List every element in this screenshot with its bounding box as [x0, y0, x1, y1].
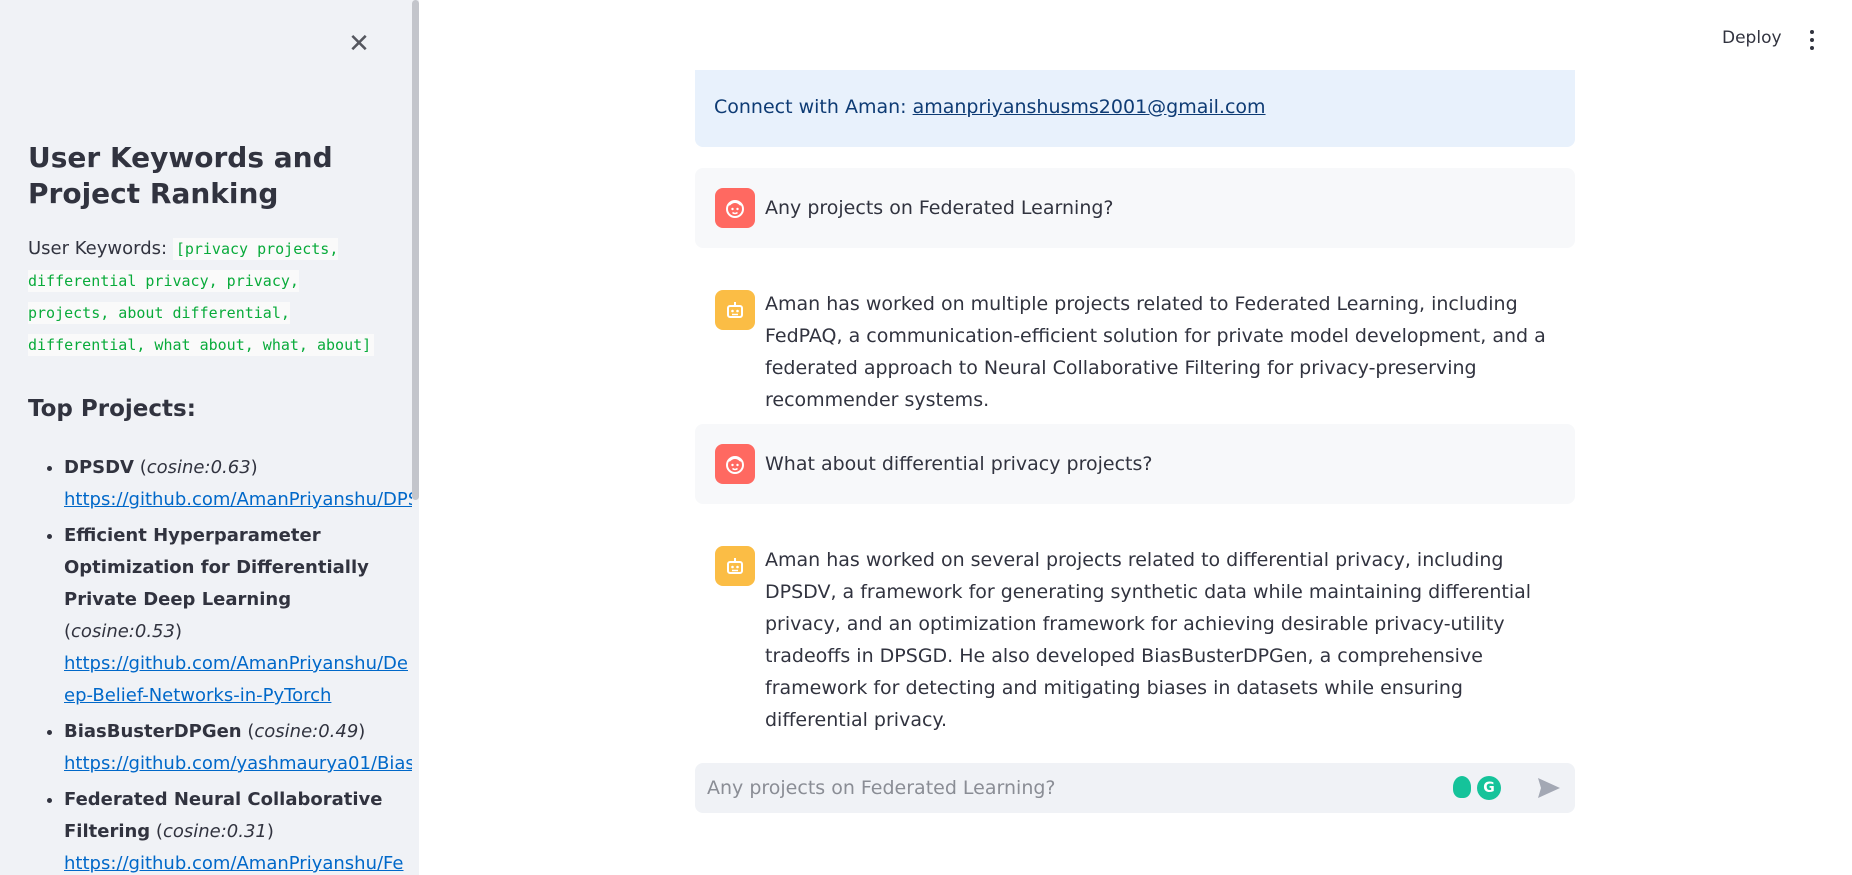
contact-info-box: Connect with Aman: amanpriyanshusms2001@…	[695, 70, 1575, 147]
user-avatar-icon	[715, 444, 755, 484]
project-score: cosine:0.49	[254, 721, 359, 742]
grammarly-widget[interactable]: G	[1453, 776, 1501, 800]
kebab-menu-icon[interactable]	[1800, 26, 1824, 54]
project-link[interactable]: https://github.com/AmanPriyanshu/Deep-Be…	[64, 648, 412, 712]
message-text: Aman has worked on several projects rela…	[765, 549, 1532, 731]
sidebar: ✕ User Keywords and Project Ranking User…	[0, 0, 419, 875]
project-list: DPSDV (cosine:0.63) https://github.com/A…	[28, 452, 412, 875]
list-item: Efficient Hyperparameter Optimization fo…	[64, 520, 412, 712]
chat-message-user: What about differential privacy projects…	[695, 424, 1575, 504]
bot-avatar-icon	[715, 546, 755, 586]
deploy-button[interactable]: Deploy	[1722, 28, 1782, 48]
top-projects-heading: Top Projects:	[28, 396, 196, 422]
chat-input[interactable]	[705, 763, 1465, 813]
project-link[interactable]: https://github.com/AmanPriyanshu/DPSDV	[64, 484, 412, 516]
send-icon[interactable]	[1535, 775, 1563, 801]
project-score: cosine:0.63	[146, 457, 251, 478]
project-link[interactable]: https://github.com/AmanPriyanshu/Federat…	[64, 848, 412, 875]
chat-input-container: G	[695, 763, 1575, 813]
keywords-label: User Keywords:	[28, 238, 168, 259]
sidebar-title: User Keywords and Project Ranking	[28, 141, 333, 210]
user-avatar-icon	[715, 188, 755, 228]
email-link[interactable]: amanpriyanshusms2001@gmail.com	[913, 96, 1266, 118]
message-text: What about differential privacy projects…	[765, 453, 1153, 475]
bot-avatar-icon	[715, 290, 755, 330]
chat-message-assistant: Aman has worked on several projects rela…	[695, 526, 1575, 731]
chat-message-user: Any projects on Federated Learning?	[695, 168, 1575, 248]
user-keywords: User Keywords: [privacy projects, differ…	[28, 233, 388, 361]
chat-message-assistant: Aman has worked on multiple projects rel…	[695, 270, 1575, 411]
project-name: DPSDV	[64, 457, 134, 478]
message-text: Aman has worked on multiple projects rel…	[765, 293, 1546, 411]
project-score: cosine:0.53	[71, 621, 175, 642]
project-name: Efficient Hyperparameter Optimization fo…	[64, 525, 369, 610]
project-link[interactable]: https://github.com/yashmaurya01/BiasBust…	[64, 748, 412, 780]
project-score: cosine:0.31	[162, 821, 267, 842]
contact-info: Connect with Aman: amanpriyanshusms2001@…	[714, 96, 1266, 118]
list-item: DPSDV (cosine:0.63) https://github.com/A…	[64, 452, 412, 516]
bulb-icon[interactable]	[1453, 776, 1471, 798]
message-text: Any projects on Federated Learning?	[765, 197, 1114, 219]
contact-label: Connect with Aman:	[714, 96, 907, 118]
list-item: BiasBusterDPGen (cosine:0.49) https://gi…	[64, 716, 412, 780]
project-name: BiasBusterDPGen	[64, 721, 242, 742]
sidebar-scrollbar[interactable]	[412, 0, 419, 500]
list-item: Federated Neural Collaborative Filtering…	[64, 784, 412, 875]
grammarly-icon[interactable]: G	[1477, 776, 1501, 800]
close-icon[interactable]: ✕	[345, 30, 373, 58]
